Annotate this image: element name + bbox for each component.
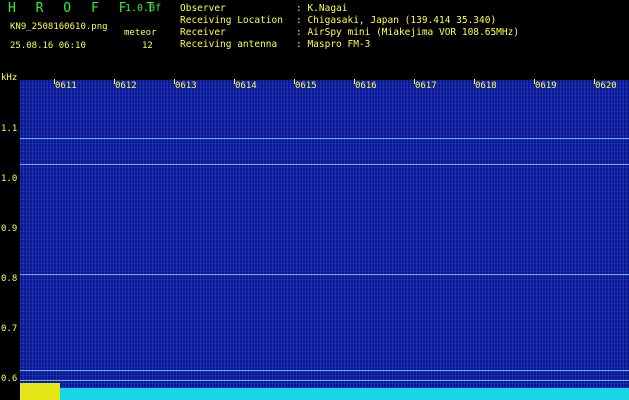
y-tick-label: 0.7 [1,324,18,334]
meteor-label: meteor [124,28,157,38]
info-row-location: Receiving Location: Chigasaki, Japan (13… [180,15,497,26]
meteor-echo-marker [20,383,60,400]
x-tick-label: 0615 [295,81,317,91]
app-version: 1.0.0f [125,3,162,14]
x-tick-label: 0611 [55,81,77,91]
x-tick-label: 0619 [535,81,557,91]
y-tick-label: 0.6 [1,374,18,384]
x-tick-label: 0618 [475,81,497,91]
grid-line [20,138,629,139]
y-tick-label: 0.9 [1,224,18,234]
file-name: KN9_2508160610.png [10,22,108,32]
info-row-receiver: Receiver: AirSpy mini (Miakejima VOR 108… [180,27,520,38]
grid-line [20,274,629,275]
signal-level-trace [20,388,629,400]
x-tick-label: 0620 [595,81,617,91]
y-tick-label: 1.0 [1,174,18,184]
capture-datetime: 25.08.16 06:10 [10,41,86,51]
grid-line [20,380,629,381]
spectrogram-plot [20,80,629,400]
meteor-count: 12 [142,41,153,51]
info-row-observer: Observer: K.Nagai [180,3,348,14]
header-panel: H R O F F T 1.0.0f KN9_2508160610.png me… [0,0,629,78]
y-tick-label: 0.8 [1,274,18,284]
x-tick-label: 0616 [355,81,377,91]
x-tick-label: 0612 [115,81,137,91]
info-row-antenna: Receiving antenna: Maspro FM-3 [180,39,371,50]
x-tick-label: 0617 [415,81,437,91]
x-tick-label: 0613 [175,81,197,91]
station-info: Observer: K.Nagai Receiving Location: Ch… [180,3,519,51]
y-tick-label: 1.1 [1,124,18,134]
x-tick-label: 0614 [235,81,257,91]
grid-line [20,370,629,371]
grid-line [20,164,629,165]
